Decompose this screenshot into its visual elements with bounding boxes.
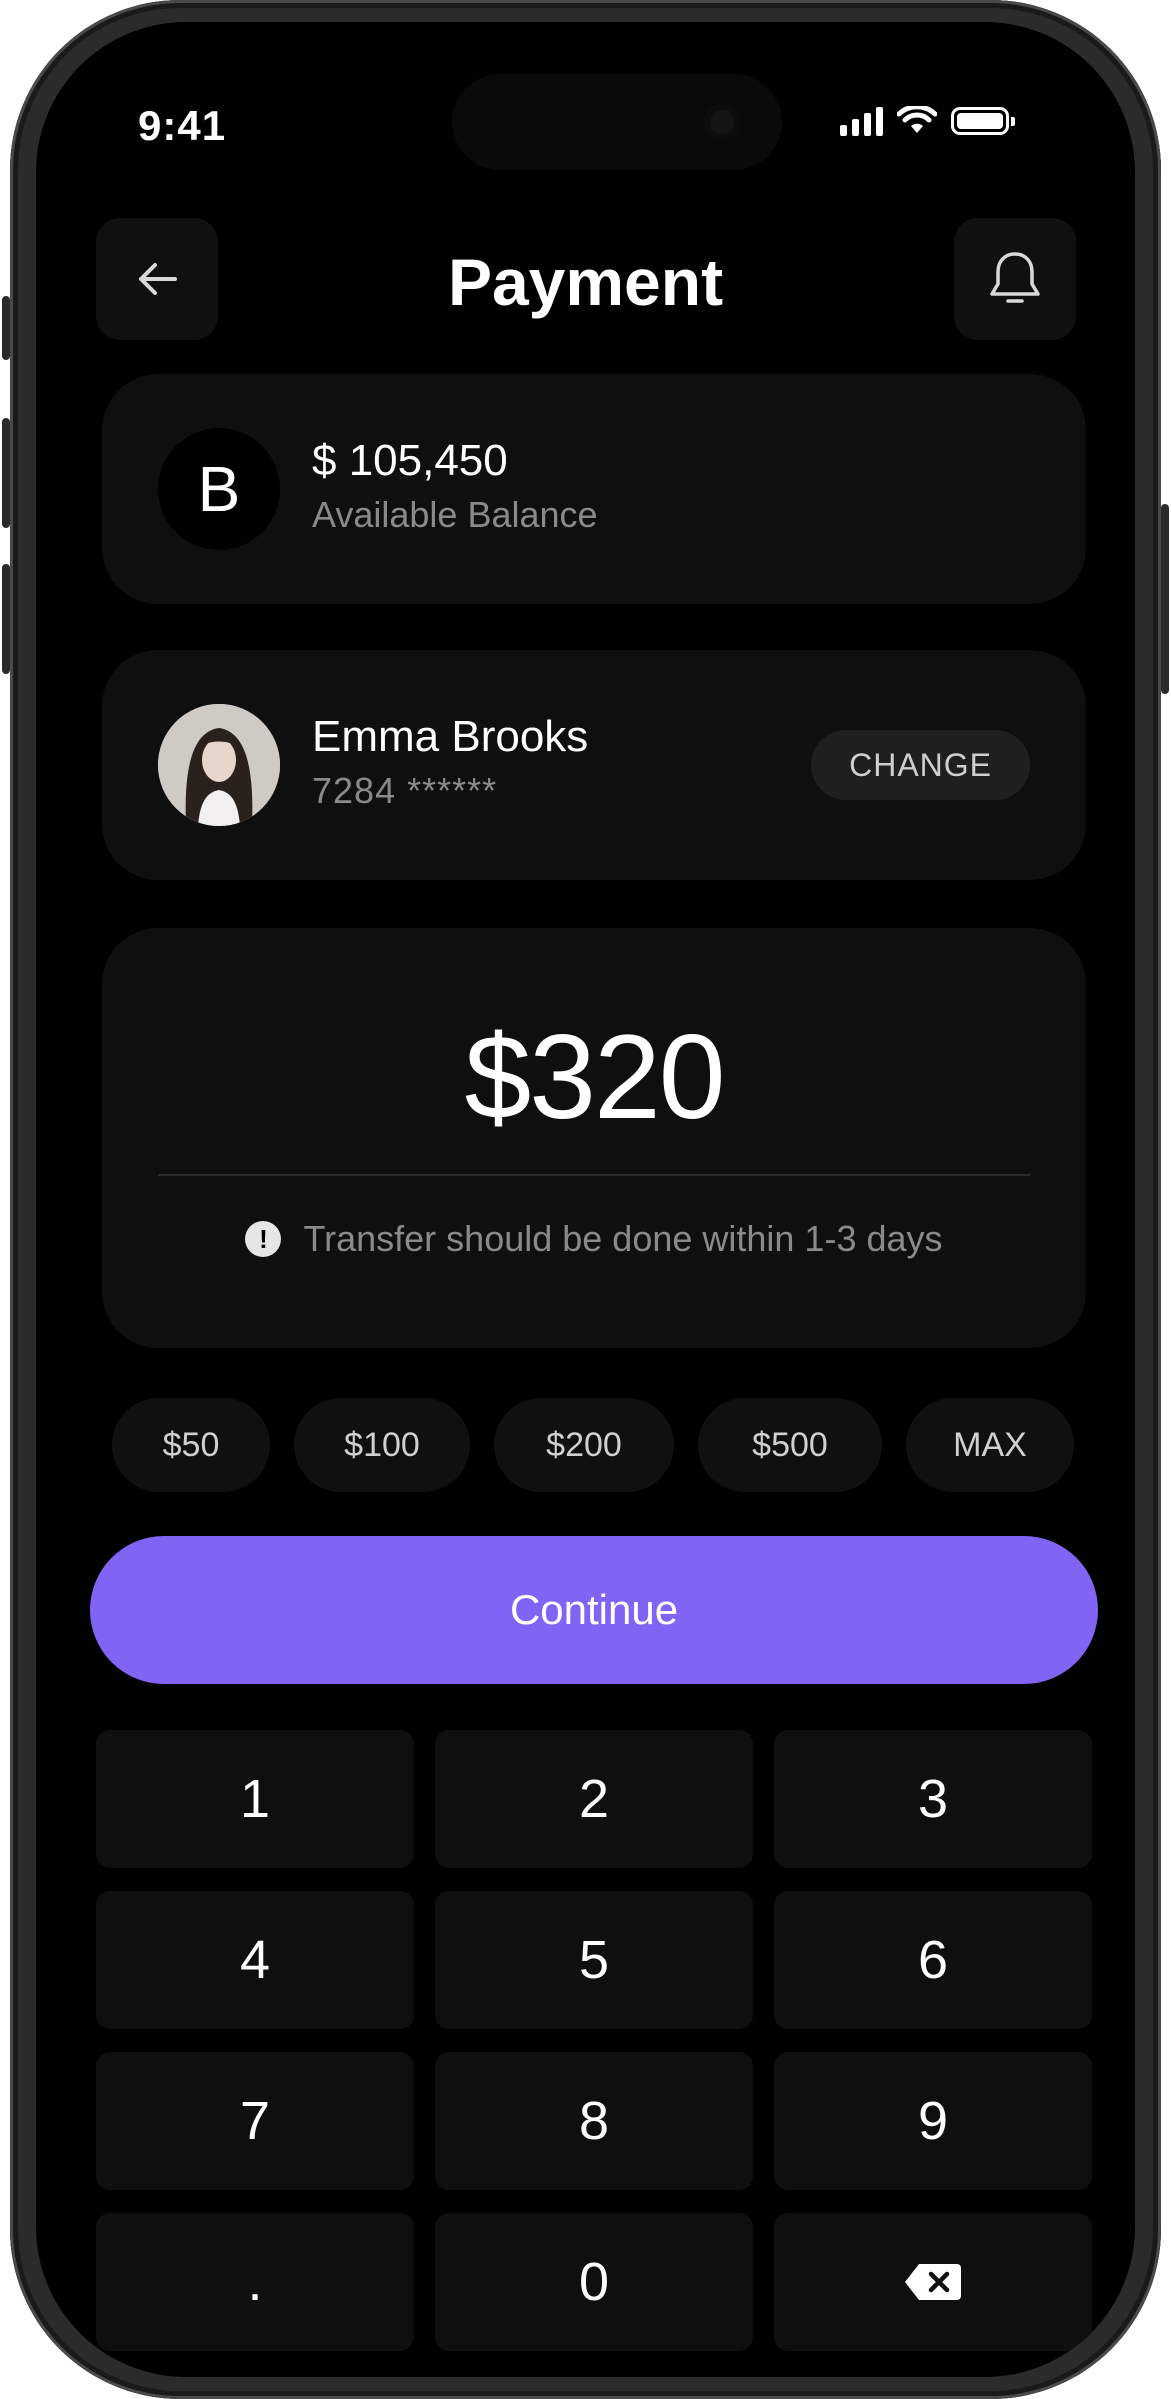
- action-button: [2, 296, 10, 360]
- numeric-keypad: 1 2 3 4 5 6 7 8 9 . 0: [96, 1730, 1092, 2351]
- transfer-amount[interactable]: $320: [102, 1008, 1086, 1146]
- volume-down-button: [2, 564, 10, 674]
- key-8[interactable]: 8: [435, 2052, 753, 2190]
- key-9[interactable]: 9: [774, 2052, 1092, 2190]
- change-payee-button[interactable]: CHANGE: [811, 730, 1030, 800]
- key-1[interactable]: 1: [96, 1730, 414, 1868]
- key-2[interactable]: 2: [435, 1730, 753, 1868]
- quick-amount-100[interactable]: $100: [294, 1398, 470, 1492]
- payee-account: 7284 ******: [312, 770, 498, 811]
- key-backspace[interactable]: [774, 2213, 1092, 2351]
- camera: [704, 104, 740, 140]
- phone-frame: 9:41 Payment B $ 105,450 Available Balan…: [2, 0, 1169, 2399]
- key-4[interactable]: 4: [96, 1891, 414, 2029]
- key-5[interactable]: 5: [435, 1891, 753, 2029]
- quick-amount-500[interactable]: $500: [698, 1398, 882, 1492]
- info-icon: !: [245, 1221, 282, 1257]
- balance-amount: $ 105,450: [312, 436, 508, 485]
- balance-avatar: B: [158, 428, 280, 550]
- quick-amount-200[interactable]: $200: [494, 1398, 674, 1492]
- balance-label: Available Balance: [312, 494, 598, 535]
- payee-card: Emma Brooks 7284 ****** CHANGE: [102, 650, 1086, 880]
- payee-name: Emma Brooks: [312, 712, 589, 761]
- bell-icon: [990, 252, 1040, 303]
- key-decimal[interactable]: .: [96, 2213, 414, 2351]
- key-0[interactable]: 0: [435, 2213, 753, 2351]
- backspace-icon: [905, 2264, 961, 2300]
- status-time: 9:41: [138, 102, 227, 149]
- quick-amount-max[interactable]: MAX: [906, 1398, 1074, 1492]
- payee-avatar: [158, 704, 280, 826]
- volume-up-button: [2, 418, 10, 528]
- balance-card: B $ 105,450 Available Balance: [102, 374, 1086, 604]
- hint-text: Transfer should be done within 1-3 days: [303, 1218, 943, 1259]
- key-3[interactable]: 3: [774, 1730, 1092, 1868]
- transfer-hint: ! Transfer should be done within 1-3 day…: [102, 1218, 1086, 1260]
- power-button: [1161, 504, 1169, 694]
- continue-button[interactable]: Continue: [90, 1536, 1098, 1684]
- status-icons: [840, 106, 1015, 136]
- notifications-button[interactable]: [954, 218, 1076, 340]
- divider: [158, 1174, 1030, 1176]
- quick-amounts: $50 $100 $200 $500 MAX: [112, 1398, 1074, 1492]
- amount-card: $320 ! Transfer should be done within 1-…: [102, 928, 1086, 1348]
- dynamic-island: [452, 74, 782, 170]
- cellular-signal-icon: [840, 106, 883, 136]
- key-7[interactable]: 7: [96, 2052, 414, 2190]
- key-6[interactable]: 6: [774, 1891, 1092, 2029]
- quick-amount-50[interactable]: $50: [112, 1398, 270, 1492]
- battery-icon: [951, 107, 1015, 135]
- wifi-icon: [897, 106, 937, 133]
- screen: 9:41 Payment B $ 105,450 Available Balan…: [36, 22, 1135, 2377]
